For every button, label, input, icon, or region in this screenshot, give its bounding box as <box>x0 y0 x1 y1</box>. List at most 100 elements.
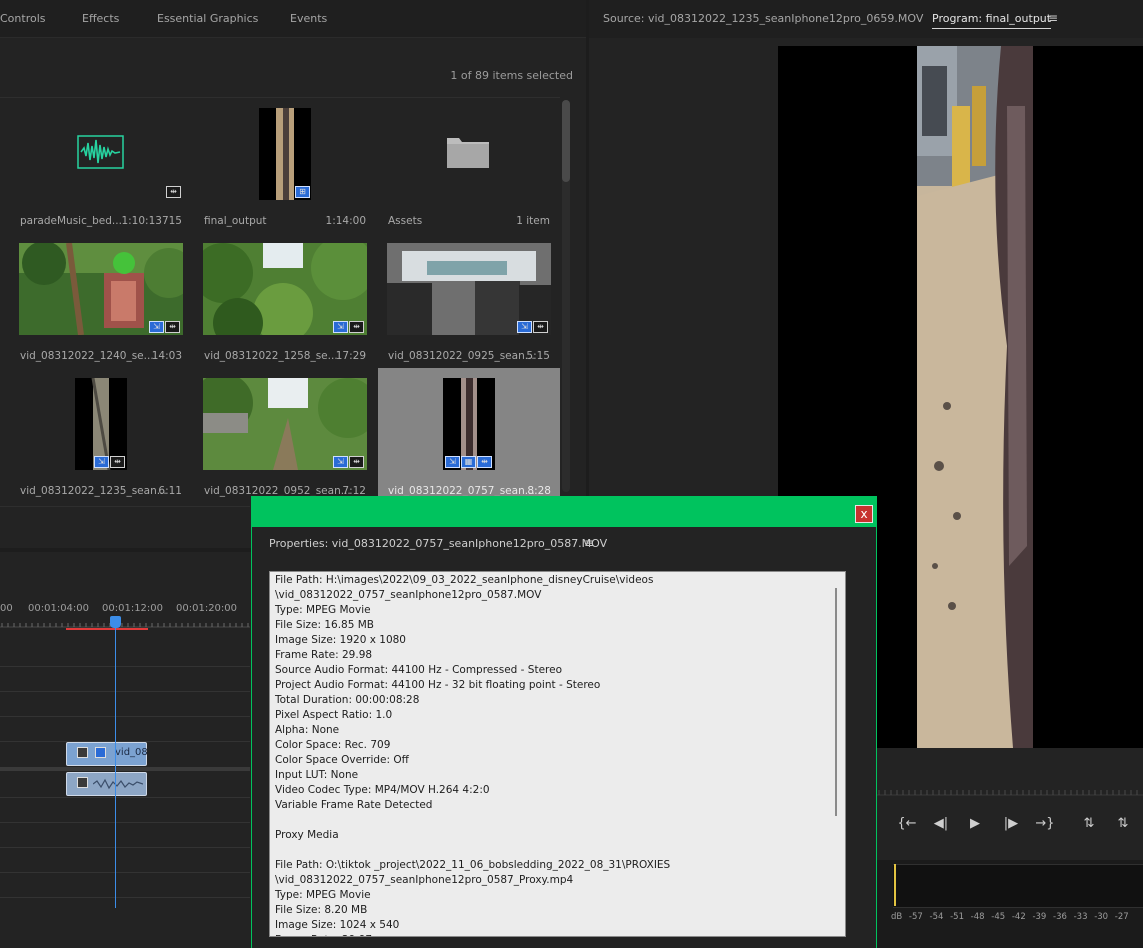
tile-name: vid_08312022_1235_sean... <box>20 485 167 497</box>
track-divider <box>0 897 250 898</box>
audio-meter: dB -57 -54 -51 -48 -45 -42 -39 -36 -33 -… <box>877 860 1143 948</box>
tile-duration: 14:03 <box>151 350 182 362</box>
proxy-icon <box>95 747 106 758</box>
play-button[interactable]: ▶ <box>964 816 986 831</box>
bin-item-parade-music[interactable]: ⇹ paradeMusic_bed... 1:10:13715 <box>0 108 183 243</box>
tab-source-monitor[interactable]: Source: vid_08312022_1235_seanIphone12pr… <box>603 12 923 25</box>
project-panel: Controls Effects Essential Graphics Even… <box>0 0 586 548</box>
tab-effect-controls[interactable]: Controls <box>0 12 46 25</box>
bin-item-final-output[interactable]: ⊞ final_output 1:14:00 <box>184 108 367 243</box>
sequence-thumbnail <box>203 108 367 200</box>
mark-out-button[interactable]: →} <box>1034 816 1056 831</box>
bin-item-vid-1235[interactable]: ⇲ ⇹ vid_08312022_1235_sean... 6:11 <box>0 378 183 513</box>
folder-thumbnail <box>387 108 551 200</box>
step-forward-button[interactable]: |▶ <box>1000 816 1022 831</box>
track-divider <box>0 822 250 823</box>
mark-in-button[interactable]: {← <box>896 816 918 831</box>
audio-badge-icon: ⇹ <box>165 321 180 333</box>
bin-item-vid-1258[interactable]: ⇲ ⇹ vid_08312022_1258_se... 17:29 <box>184 243 367 378</box>
panel-menu-icon[interactable]: ≡ <box>584 536 594 550</box>
audio-thumbnail <box>19 108 183 200</box>
dialog-title-bar[interactable]: x <box>252 497 876 527</box>
tab-events[interactable]: Events <box>290 12 327 25</box>
proxy-badge-icon: ⇲ <box>149 321 164 333</box>
fx-icon <box>77 777 88 788</box>
audio-badge-icon: ⇹ <box>477 456 492 468</box>
tile-name: vid_08312022_1258_se... <box>204 350 338 362</box>
tab-effects[interactable]: Effects <box>82 12 119 25</box>
proxy-badge-icon: ⇲ <box>517 321 532 333</box>
tile-badges: ⇲ ⇹ <box>517 321 548 333</box>
db-scale: dB -57 -54 -51 -48 -45 -42 -39 -36 -33 -… <box>891 912 1129 922</box>
panel-tab-bar: Controls Effects Essential Graphics Even… <box>0 0 586 38</box>
program-time-ruler[interactable] <box>877 780 1143 796</box>
tile-badges: ⇲ ⇹ <box>333 321 364 333</box>
tile-duration: 1 item <box>516 215 550 227</box>
transport-controls: {← ◀| ▶ |▶ →} ⇅ ⇅ <box>894 812 1143 838</box>
folder-icon <box>447 138 489 168</box>
sequence-preview <box>259 108 311 200</box>
tile-duration: 17:29 <box>335 350 366 362</box>
proxy-badge-icon: ⇲ <box>333 321 348 333</box>
timecode-label: 00 <box>0 603 13 614</box>
bin-item-vid-0925[interactable]: ⇲ ⇹ vid_08312022_0925_sean... 5:15 <box>368 243 551 378</box>
project-bin-grid: ⇹ paradeMusic_bed... 1:10:13715 ⊞ final_… <box>0 97 560 497</box>
tile-name: vid_08312022_1240_se... <box>20 350 154 362</box>
tab-essential-graphics[interactable]: Essential Graphics <box>157 12 258 25</box>
tile-badges: ⊞ <box>295 186 310 198</box>
tile-badges: ⇲ ⇹ <box>333 456 364 468</box>
close-button[interactable]: x <box>855 505 873 523</box>
properties-text: File Path: H:\images\2022\09_03_2022_sea… <box>275 574 671 936</box>
tile-badges: ⇲ ⇹ <box>149 321 180 333</box>
proxy-badge-icon: ⇲ <box>94 456 109 468</box>
bin-item-vid-0952[interactable]: ⇲ ⇹ vid_08312022_0952_sean... 7:12 <box>184 378 367 513</box>
bin-item-assets-folder[interactable]: Assets 1 item <box>368 108 551 243</box>
properties-text-area[interactable]: File Path: H:\images\2022\09_03_2022_sea… <box>269 571 846 937</box>
audio-waveform <box>93 778 143 790</box>
lift-button[interactable]: ⇅ <box>1078 816 1100 831</box>
multicam-badge-icon: ▦ <box>461 456 476 468</box>
audio-meter-track <box>893 864 1143 908</box>
tile-badges: ⇹ <box>166 186 181 198</box>
audio-badge-icon: ⇹ <box>349 456 364 468</box>
sidewalk-frame <box>917 46 1033 748</box>
in-out-range-bar <box>66 628 148 630</box>
bin-scrollbar[interactable] <box>562 100 570 492</box>
tile-duration: 1:10:13715 <box>121 215 182 227</box>
tile-badges: ⇲ ⇹ <box>94 456 125 468</box>
track-divider <box>0 872 250 873</box>
tile-name: Assets <box>388 215 423 227</box>
bin-item-vid-0757[interactable]: ⇲ ▦ ⇹ vid_08312022_0757_sean... 8:28 <box>378 368 560 497</box>
playhead-handle[interactable] <box>110 616 121 628</box>
timeline-ruler[interactable] <box>0 618 250 628</box>
playhead-line <box>115 628 116 908</box>
bin-item-vid-1240[interactable]: ⇲ ⇹ vid_08312022_1240_se... 14:03 <box>0 243 183 378</box>
tile-duration: 1:14:00 <box>325 215 366 227</box>
items-selected-count: 1 of 89 items selected <box>450 69 573 82</box>
properties-heading: Properties: vid_08312022_0757_seanIphone… <box>269 537 608 550</box>
audio-clip[interactable] <box>66 772 147 796</box>
project-panel-footer <box>0 506 250 548</box>
proxy-badge-icon: ⇲ <box>445 456 460 468</box>
tile-name: vid_08312022_0925_sean... <box>388 350 535 362</box>
panel-menu-icon[interactable]: ≡ <box>1048 11 1058 25</box>
monitor-tab-bar: Source: vid_08312022_1235_seanIphone12pr… <box>589 0 1143 38</box>
bin-scrollbar-thumb[interactable] <box>562 100 570 182</box>
track-divider <box>0 716 250 717</box>
track-divider <box>0 666 250 667</box>
tile-badges: ⇲ ▦ ⇹ <box>445 456 492 468</box>
audio-meter-level <box>894 864 896 906</box>
tab-program-monitor[interactable]: Program: final_output <box>932 12 1052 29</box>
video-clip-label: vid_08 <box>115 747 148 758</box>
video-clip[interactable]: vid_08 <box>66 742 148 766</box>
properties-dialog: x Properties: vid_08312022_0757_seanIpho… <box>251 496 877 948</box>
extract-button[interactable]: ⇅ <box>1112 816 1134 831</box>
audio-badge-icon: ⇹ <box>349 321 364 333</box>
step-back-button[interactable]: ◀| <box>930 816 952 831</box>
properties-scrollbar[interactable] <box>835 588 837 816</box>
audio-badge-icon: ⇹ <box>110 456 125 468</box>
tile-name: final_output <box>204 215 267 227</box>
track-divider <box>0 847 250 848</box>
proxy-badge-icon: ⇲ <box>333 456 348 468</box>
timecode-label: 00:01:12:00 <box>102 603 164 614</box>
